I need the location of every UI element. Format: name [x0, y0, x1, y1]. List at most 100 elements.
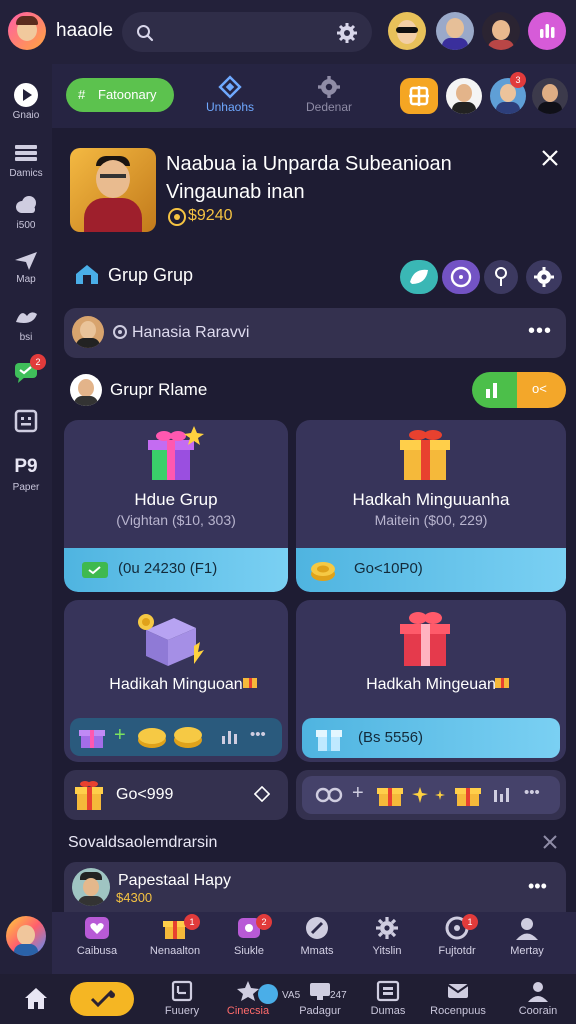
card-subtitle: Maitein ($00, 229)	[374, 512, 488, 528]
settings-button[interactable]	[526, 260, 562, 294]
list-item-avatar	[72, 868, 110, 906]
card-bar[interactable]: (Bs 5556)	[302, 718, 560, 758]
leaf-button[interactable]	[400, 260, 438, 294]
card-bar[interactable]: Go<10P0)	[296, 548, 566, 592]
app-avatar[interactable]	[8, 12, 46, 50]
more-icon[interactable]: •••	[528, 876, 547, 897]
link-icon	[315, 787, 343, 803]
tab-fatoonary[interactable]: # Fatoonary	[66, 78, 174, 112]
nav-label: Mertay	[510, 945, 544, 957]
top-header: haaole	[0, 0, 576, 64]
diamond-icon	[254, 786, 270, 802]
nav-label: Fuuery	[164, 1005, 200, 1017]
card-title: Hdue Grup	[134, 490, 218, 509]
sidebar-item-bsi[interactable]: bsi	[0, 298, 52, 358]
toggle-switch[interactable]: o<	[472, 372, 566, 408]
list-item-title: Papestaal Hapy	[118, 872, 231, 889]
sparkle-icon	[412, 787, 445, 803]
grid-app-button[interactable]	[400, 78, 438, 114]
sidebar-item-i500[interactable]: i500	[0, 186, 52, 246]
sidebar-item-paper[interactable]: P9 Paper	[0, 452, 52, 512]
grid-icon	[376, 980, 400, 1002]
notification-badge: 1	[462, 914, 478, 930]
gift-card[interactable]: Hadkah Minguuanha Maitein ($00, 229) Go<…	[296, 420, 566, 592]
banner-price: $9240	[188, 207, 233, 224]
gear-icon	[534, 267, 554, 287]
chest-icon	[138, 614, 204, 666]
list-item-price: $4300	[116, 890, 153, 905]
sidebar-item-gnaio[interactable]: Gnaio	[0, 76, 52, 136]
go-label: Go<999	[116, 786, 174, 803]
section-title: Sovaldsaolemdrarsin	[68, 834, 218, 851]
gift-card[interactable]: Hadikah Minguoan + •••	[64, 600, 288, 762]
nav-coorain[interactable]: Coorain	[502, 980, 574, 1017]
nav-fujtotdr[interactable]: Fujtotdr	[424, 915, 490, 957]
gift-icon	[400, 612, 450, 666]
user-avatar[interactable]	[532, 78, 568, 114]
gift-card[interactable]: Hdue Grup (Vightan ($10, 303) (0u 24230 …	[64, 420, 288, 592]
nav-featured[interactable]	[70, 982, 134, 1016]
reward-strip[interactable]: + •••	[70, 718, 282, 756]
group-icon	[74, 262, 100, 286]
nav-fuuery[interactable]: Fuuery	[146, 980, 218, 1017]
notification-badge: 1	[184, 914, 200, 930]
card-title: Hadkah Mingeuan	[366, 676, 496, 693]
nav-mmats[interactable]: Mmats	[284, 915, 350, 957]
nav-label: Rocenpuus	[430, 1005, 486, 1017]
search-input[interactable]	[122, 12, 372, 52]
more-icon[interactable]: •••	[524, 784, 540, 801]
sidebar-item-damics[interactable]: Damics	[0, 134, 52, 194]
signal-icon	[222, 731, 237, 744]
nav-rocenpuus[interactable]: Rocenpuus	[422, 980, 494, 1017]
member-name: Hanasia Raravvi	[132, 324, 250, 341]
group-avatar	[70, 374, 102, 406]
mini-gift-icon	[495, 678, 509, 688]
close-icon[interactable]	[542, 834, 558, 850]
hash-icon: #	[78, 87, 86, 102]
profile-avatar[interactable]	[6, 916, 46, 956]
nav-label: Dumas	[370, 1005, 406, 1017]
gift-icon	[148, 426, 204, 480]
nav-yitslin[interactable]: Yitslin	[354, 915, 420, 957]
sidebar-item-map[interactable]: Map	[0, 240, 52, 300]
sidebar-item-label: bsi	[19, 332, 33, 343]
monitor-icon	[310, 983, 330, 1000]
gift-card[interactable]: Hadkah Mingeuan (Bs 5556)	[296, 600, 566, 762]
nav-label: Coorain	[518, 1005, 558, 1017]
user-avatar[interactable]	[436, 12, 474, 50]
tab-unhaohs[interactable]: Unhaohs	[200, 74, 260, 114]
sidebar-item-label: i500	[16, 220, 36, 231]
nav-siukle[interactable]: Siukle	[216, 915, 282, 957]
list-icon	[13, 140, 39, 166]
more-icon[interactable]: •••	[250, 726, 266, 743]
plus-icon: +	[352, 782, 364, 804]
card-bar[interactable]: (0u 24230 (F1)	[64, 548, 288, 592]
nav-caibusa[interactable]: Caibusa	[64, 915, 130, 957]
chart-icon[interactable]	[528, 12, 566, 50]
home-icon	[25, 988, 47, 1009]
refresh-badge-icon	[258, 984, 278, 1004]
more-icon[interactable]: •••	[528, 320, 552, 343]
app-name: haaole	[56, 20, 114, 41]
user-avatar[interactable]	[482, 12, 520, 50]
reward-strip[interactable]: + •••	[302, 776, 560, 814]
nav-label: Yitslin	[372, 945, 402, 957]
close-icon[interactable]	[540, 148, 560, 168]
circle-button[interactable]	[442, 260, 480, 294]
person-icon	[516, 918, 538, 940]
nav-dumas[interactable]: Dumas	[352, 980, 424, 1017]
nav-home[interactable]	[0, 980, 72, 1010]
nav-mertay[interactable]: Mertay	[494, 915, 560, 957]
mail-icon	[447, 984, 469, 998]
card-subtitle: (Vightan ($10, 303)	[116, 512, 236, 528]
group-title: Grup Grup	[108, 265, 194, 285]
user-avatar[interactable]	[446, 78, 482, 114]
nav-label: Siukle	[234, 945, 264, 957]
banner-title: Naabua ia Unparda Subeanioan Vingaunab i…	[166, 153, 452, 203]
search-icon	[136, 24, 154, 42]
ticket-icon	[82, 562, 108, 578]
gear-icon[interactable]	[336, 22, 358, 44]
user-avatar[interactable]	[388, 12, 426, 50]
pin-button[interactable]	[484, 260, 518, 294]
tab-dedenar[interactable]: Dedenar	[296, 74, 362, 114]
